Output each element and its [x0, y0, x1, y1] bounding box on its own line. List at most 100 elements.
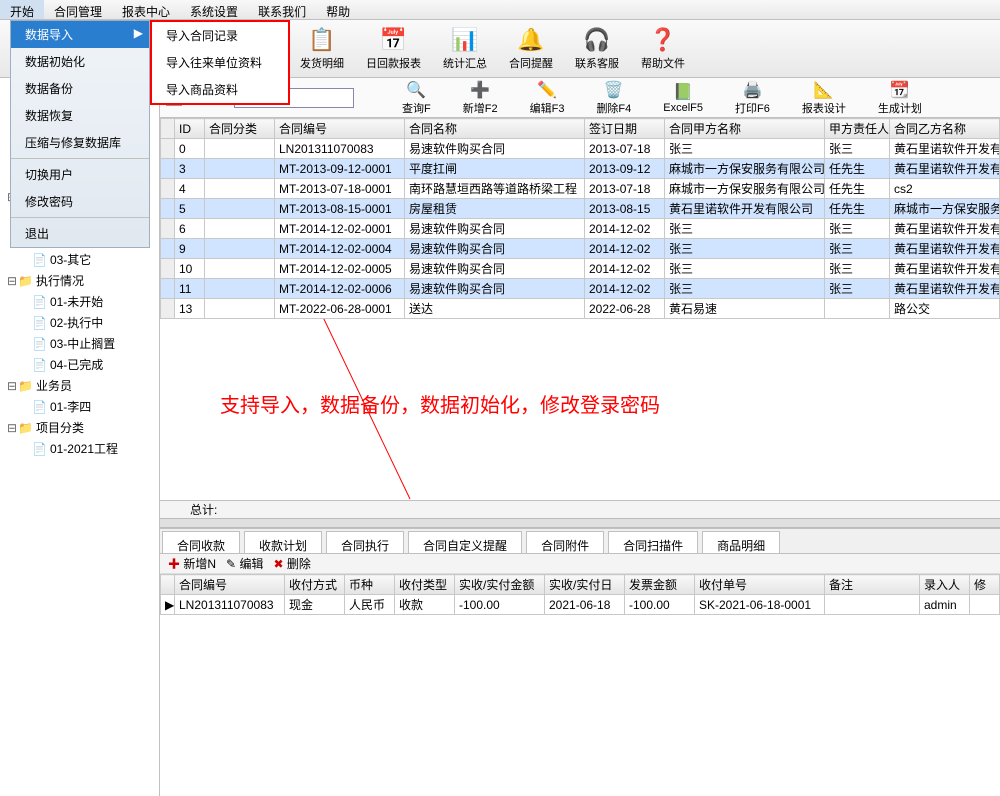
tb-help[interactable]: ❓帮助文件 — [631, 23, 695, 75]
cell: MT-2013-08-15-0001 — [275, 199, 405, 219]
tb-support[interactable]: 🎧联系客服 — [565, 23, 629, 75]
table-row[interactable]: 4MT-2013-07-18-0001南环路慧垣西路等道路桥梁工程2013-07… — [161, 179, 1000, 199]
tab[interactable]: 合同附件 — [526, 531, 604, 553]
tree-node[interactable]: 📄02-执行中 — [0, 312, 159, 333]
tab[interactable]: 收款计划 — [244, 531, 322, 553]
table-row[interactable]: 11MT-2014-12-02-0006易速软件购买合同2014-12-02张三… — [161, 279, 1000, 299]
expand-icon[interactable]: ⊟ — [6, 379, 18, 393]
menu-contact[interactable]: 联系我们 — [248, 0, 316, 19]
col-header[interactable]: 合同编号 — [175, 575, 285, 595]
dmi-restore[interactable]: 数据恢复 — [11, 102, 149, 129]
smi-import-partner[interactable]: 导入往来单位资料 — [152, 49, 288, 76]
menu-contract[interactable]: 合同管理 — [44, 0, 112, 19]
folder-icon: 📁 — [18, 421, 33, 435]
tab[interactable]: 合同扫描件 — [608, 531, 698, 553]
table-row[interactable]: 5MT-2013-08-15-0001房屋租赁2013-08-15黄石里诺软件开… — [161, 199, 1000, 219]
cell: 2014-12-02 — [585, 239, 665, 259]
splitter[interactable] — [160, 518, 1000, 528]
tree-node[interactable]: 📄03-中止搁置 — [0, 333, 159, 354]
col-header[interactable]: 合同乙方名称 — [890, 119, 1000, 139]
table-row[interactable]: 9MT-2014-12-02-0004易速软件购买合同2014-12-02张三张… — [161, 239, 1000, 259]
menu-help[interactable]: 帮助 — [316, 0, 360, 19]
dmi-import[interactable]: 数据导入▶ — [11, 21, 149, 48]
table-row[interactable]: 6MT-2014-12-02-0001易速软件购买合同2014-12-02张三张… — [161, 219, 1000, 239]
col-header[interactable]: 收付类型 — [395, 575, 455, 595]
cell: 任先生 — [825, 159, 890, 179]
expand-icon[interactable]: ⊟ — [6, 274, 18, 288]
tree-node[interactable]: ⊟📁业务员 — [0, 375, 159, 396]
tree-label: 项目分类 — [36, 419, 84, 436]
tree-node[interactable]: 📄01-未开始 — [0, 291, 159, 312]
tree-node[interactable]: 📄01-李四 — [0, 396, 159, 417]
menu-settings[interactable]: 系统设置 — [180, 0, 248, 19]
tab[interactable]: 合同收款 — [162, 531, 240, 553]
col-header[interactable]: 实收/实付日 — [545, 575, 625, 595]
table-row[interactable]: 13MT-2022-06-28-0001送达2022-06-28黄石易速路公交 — [161, 299, 1000, 319]
expand-icon[interactable]: ⊟ — [6, 421, 18, 435]
cell: 黄石里诺软件开发有限公司 — [890, 159, 1000, 179]
col-header[interactable]: 收付方式 — [285, 575, 345, 595]
tree-node[interactable]: ⊟📁执行情况 — [0, 270, 159, 291]
stb-add[interactable]: ✚ 新增N — [168, 555, 216, 572]
cell: 10 — [175, 259, 205, 279]
cell: 2013-07-18 — [585, 179, 665, 199]
col-header[interactable]: 收付单号 — [695, 575, 825, 595]
btn-gen-plan[interactable]: 📆生成计划 — [866, 78, 934, 118]
tree-node[interactable]: ⊟📁项目分类 — [0, 417, 159, 438]
menu-start[interactable]: 开始 — [0, 0, 44, 19]
tb-stats[interactable]: 📊统计汇总 — [433, 23, 497, 75]
payments-grid[interactable]: 合同编号收付方式币种收付类型实收/实付金额实收/实付日发票金额收付单号备注录入人… — [160, 574, 1000, 615]
btn-edit[interactable]: ✏️编辑F3 — [518, 78, 577, 118]
btn-print[interactable]: 🖨️打印F6 — [723, 78, 782, 118]
col-header[interactable]: 签订日期 — [585, 119, 665, 139]
dmi-compact[interactable]: 压缩与修复数据库 — [11, 129, 149, 156]
table-row[interactable]: 10MT-2014-12-02-0005易速软件购买合同2014-12-02张三… — [161, 259, 1000, 279]
smi-import-contract[interactable]: 导入合同记录 — [152, 22, 288, 49]
table-row[interactable]: 0LN201311070083易速软件购买合同2013-07-18张三张三黄石里… — [161, 139, 1000, 159]
stb-delete[interactable]: ✖ 删除 — [273, 555, 310, 572]
btn-report-design[interactable]: 📐报表设计 — [790, 78, 858, 118]
tree-node[interactable]: 📄04-已完成 — [0, 354, 159, 375]
cell — [205, 279, 275, 299]
col-header[interactable]: 修 — [970, 575, 1000, 595]
col-header[interactable]: 实收/实付金额 — [455, 575, 545, 595]
dmi-switch-user[interactable]: 切换用户 — [11, 161, 149, 188]
contracts-grid[interactable]: ID合同分类合同编号合同名称签订日期合同甲方名称甲方责任人合同乙方名称 0LN2… — [160, 118, 1000, 319]
cell: 麻城市一方保安服务有限公司 — [665, 179, 825, 199]
dmi-change-pwd[interactable]: 修改密码 — [11, 188, 149, 215]
dmi-backup[interactable]: 数据备份 — [11, 75, 149, 102]
smi-import-product[interactable]: 导入商品资料 — [152, 76, 288, 103]
col-header[interactable]: 合同名称 — [405, 119, 585, 139]
dmi-exit[interactable]: 退出 — [11, 220, 149, 247]
cell: 易速软件购买合同 — [405, 219, 585, 239]
btn-excel[interactable]: 📗ExcelF5 — [651, 80, 715, 116]
col-header[interactable]: 甲方责任人 — [825, 119, 890, 139]
cell: -100.00 — [625, 595, 695, 615]
menu-report[interactable]: 报表中心 — [112, 0, 180, 19]
headset-icon: 🎧 — [583, 27, 610, 53]
col-header[interactable]: 发票金额 — [625, 575, 695, 595]
col-header[interactable]: 合同编号 — [275, 119, 405, 139]
btn-delete[interactable]: 🗑️删除F4 — [584, 78, 643, 118]
col-header[interactable]: 币种 — [345, 575, 395, 595]
tb-delivery[interactable]: 📋发货明细 — [290, 23, 354, 75]
col-header[interactable]: 合同分类 — [205, 119, 275, 139]
col-header[interactable]: 备注 — [825, 575, 920, 595]
tab[interactable]: 合同自定义提醒 — [408, 531, 522, 553]
tb-daily-report[interactable]: 📅日回款报表 — [356, 23, 431, 75]
tree-node[interactable]: 📄01-2021工程 — [0, 438, 159, 459]
table-row[interactable]: ▶LN201311070083现金人民币收款-100.002021-06-18-… — [161, 595, 1000, 615]
cell: 黄石里诺软件开发有限公司 — [890, 139, 1000, 159]
stb-edit[interactable]: ✎ 编辑 — [226, 555, 263, 572]
col-header[interactable]: 录入人 — [920, 575, 970, 595]
tab[interactable]: 商品明细 — [702, 531, 780, 553]
btn-query[interactable]: 🔍查询F — [390, 78, 443, 118]
tree-node[interactable]: 📄03-其它 — [0, 249, 159, 270]
tb-remind[interactable]: 🔔合同提醒 — [499, 23, 563, 75]
col-header[interactable]: 合同甲方名称 — [665, 119, 825, 139]
btn-add[interactable]: ➕新增F2 — [451, 78, 510, 118]
dmi-init[interactable]: 数据初始化 — [11, 48, 149, 75]
table-row[interactable]: 3MT-2013-09-12-0001平度扛闸2013-09-12麻城市一方保安… — [161, 159, 1000, 179]
tab[interactable]: 合同执行 — [326, 531, 404, 553]
col-header[interactable]: ID — [175, 119, 205, 139]
